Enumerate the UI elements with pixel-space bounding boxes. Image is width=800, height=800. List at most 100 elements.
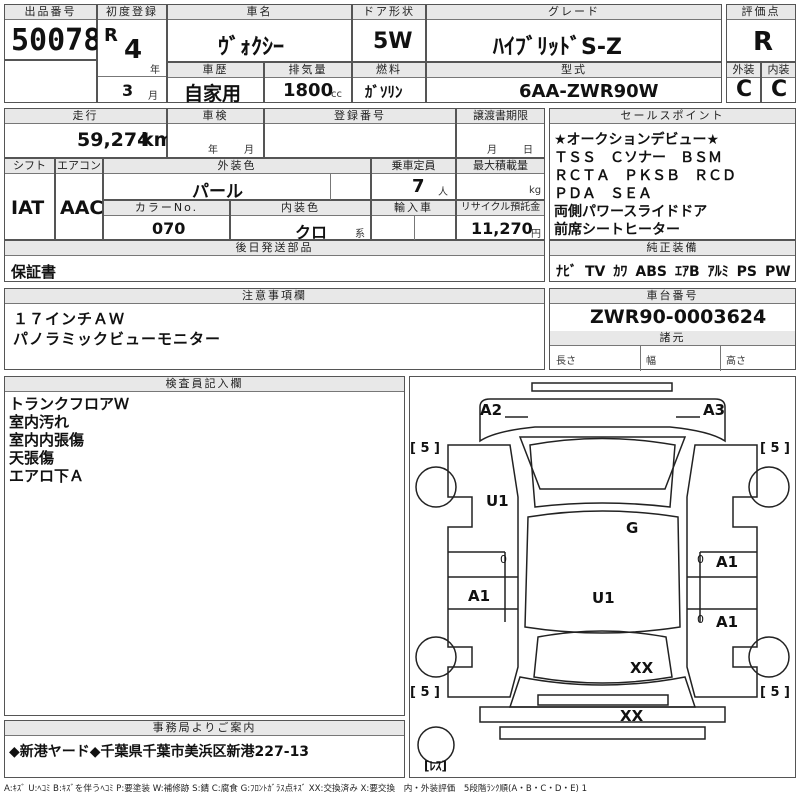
car-diagram-box: A2 A3 U1 G A1 A1 U1 A1 XX XX [ 5 ] [ 5 ]… [409, 376, 796, 778]
mileage-cell: 走行 59,274 km [4, 108, 173, 158]
displacement-unit: cc [331, 89, 342, 100]
chassis-header: 車台番号 [550, 289, 795, 304]
zero-mark-left: 0 [500, 553, 507, 566]
mileage: 59,274 [77, 129, 151, 151]
capacity: 7 [412, 176, 425, 197]
reg-year: 4 [124, 35, 143, 65]
door-header: ドア形状 [353, 5, 425, 20]
notes-header: 注意事項欄 [5, 289, 544, 304]
history-cell: 車歴 自家用 [167, 62, 264, 105]
ext-color-cell: 外装色 パール [103, 158, 371, 202]
rear-bumper-shape [479, 706, 726, 723]
front-right-wheel [748, 466, 790, 508]
damage-a1-right-bottom: A1 [716, 613, 739, 631]
int-color-unit: 系 [355, 229, 365, 240]
era: R [104, 25, 118, 46]
interior-grade-cell: 内装 C [761, 62, 796, 103]
inspector-notes-list: トランクフロアＷ 室内汚れ 室内内張傷 天張傷 エアロ下Ａ [9, 395, 129, 485]
color-no: 070 [152, 219, 186, 238]
equipment-item: ﾅﾋﾞ [556, 264, 577, 280]
exterior-header: 外装 [727, 63, 760, 78]
first-reg-cell: 初度登録 R 4 年 3 月 [97, 4, 167, 103]
windshield-shape [518, 436, 687, 490]
lot-no-header: 出品番号 [5, 5, 96, 20]
interior-grade: C [771, 77, 788, 102]
later-parts-header: 後日発送部品 [5, 241, 544, 256]
model-header: 型式 [427, 63, 721, 78]
tire-mark-front-right: [ 5 ] [760, 441, 790, 456]
aircon-cell: エアコン AAC [55, 158, 103, 240]
center-body-shape [524, 510, 681, 634]
mileage-header: 走行 [5, 109, 166, 124]
displacement-header: 排気量 [265, 63, 351, 78]
history: 自家用 [184, 83, 242, 105]
import-cell: 輸入車 [371, 200, 456, 241]
rear-bottom-shape [499, 726, 706, 740]
inspection-year-unit: 年 [208, 145, 218, 156]
exterior-grade-cell: 外装 C [726, 62, 761, 103]
rear-right-wheel [748, 636, 790, 678]
damage-a2: A2 [480, 401, 503, 419]
transfer-day-unit: 日 [523, 145, 533, 156]
interior-header: 内装 [762, 63, 795, 78]
notes-box: 注意事項欄 １７インチＡＷ パノラミックビューモニター [4, 288, 545, 370]
tire-mark-rear-left: [ 5 ] [410, 685, 440, 700]
int-color-cell: 内装色 クロ 系 [230, 200, 371, 242]
length-label: 長さ [556, 356, 576, 367]
hood-outline [479, 398, 726, 443]
shift-header: シフト [5, 159, 54, 174]
capacity-cell: 乗車定員 7 人 [371, 158, 456, 200]
fuel-cell: 燃料 ｶﾞｿﾘﾝ [352, 62, 426, 103]
damage-u1-left: U1 [486, 492, 509, 510]
tire-mark-front-left: [ 5 ] [410, 441, 440, 456]
office-info-header: 事務局よりご案内 [5, 721, 404, 736]
aircon-header: エアコン [56, 159, 102, 174]
sales-points-header: セールスポイント [550, 109, 795, 124]
zero-mark-right-2: 0 [697, 613, 704, 626]
model: 6AA-ZWR90W [519, 81, 659, 102]
note-item: パノラミックビューモニター [13, 330, 222, 348]
right-body-outline [686, 444, 758, 698]
transfer-deadline-header: 譲渡書期限 [457, 109, 544, 124]
sales-point-item: ＲＣＴＡ ＰＫＳＢ ＲＣＤ [554, 168, 736, 184]
sales-points-list: ★オークションデビュー★ ＴＳＳ Ｃソナー ＢＳＭ ＲＣＴＡ ＰＫＳＢ ＲＣＤ ＰＤＡ… [554, 131, 736, 239]
equipment-item: PS [736, 264, 757, 280]
exterior-grade: C [736, 77, 753, 102]
front-bumper-shape [531, 382, 673, 392]
damage-u1-center: U1 [592, 589, 615, 607]
lot-no-blank [4, 60, 97, 103]
max-load-header: 最大積載量 [457, 159, 544, 174]
inspection-cell: 車検 年 月 [167, 108, 264, 158]
equipment-item: ｴｱB [674, 264, 700, 280]
height-label: 高さ [726, 356, 746, 367]
equipment-item: ABS [635, 264, 667, 280]
front-left-wheel [415, 466, 457, 508]
int-color-header: 内装色 [231, 201, 370, 216]
note-item: １７インチＡＷ [13, 310, 126, 328]
inspector-note-item: 室内汚れ [9, 413, 70, 431]
color-no-header: カラーNo. [104, 201, 229, 216]
recycle-header: リサイクル預託金 [457, 201, 544, 216]
equipment-cell: 純正装備 ﾅﾋﾞ TV ｶﾜ ABS ｴｱB ｱﾙﾐ PS PW [549, 240, 796, 282]
lot-no: 50078 [11, 23, 102, 58]
displacement-cell: 排気量 1800 cc [264, 62, 352, 103]
recycle-unit: 円 [531, 229, 541, 240]
width-label: 幅 [646, 356, 656, 367]
notes-list: １７インチＡＷ パノラミックビューモニター [13, 309, 221, 349]
car-name-header: 車名 [168, 5, 351, 20]
equipment-item: PW [765, 264, 791, 280]
left-body-outline [447, 444, 519, 698]
equipment-item: ｶﾜ [613, 264, 628, 280]
damage-a1-left: A1 [468, 587, 491, 605]
later-parts-cell: 後日発送部品 保証書 [4, 240, 545, 282]
chassis-box: 車台番号 ZWR90-0003624 諸元 長さ 幅 高さ [549, 288, 796, 371]
equipment-item: TV [585, 264, 606, 280]
inspection-header: 車検 [168, 109, 263, 124]
recycle-amount: 11,270 [471, 219, 533, 238]
equipment-header: 純正装備 [550, 241, 795, 256]
grade: ﾊｲﾌﾞﾘｯﾄﾞS-Z [493, 35, 622, 60]
office-info-box: 事務局よりご案内 ◆新港ヤード◆千葉県千葉市美浜区新港227-13 [4, 720, 405, 778]
shift-cell: シフト IAT [4, 158, 55, 240]
car-name-cell: 車名 ｳﾞｫｸｼｰ [167, 4, 352, 62]
inspector-note-item: エアロ下Ａ [9, 467, 85, 485]
